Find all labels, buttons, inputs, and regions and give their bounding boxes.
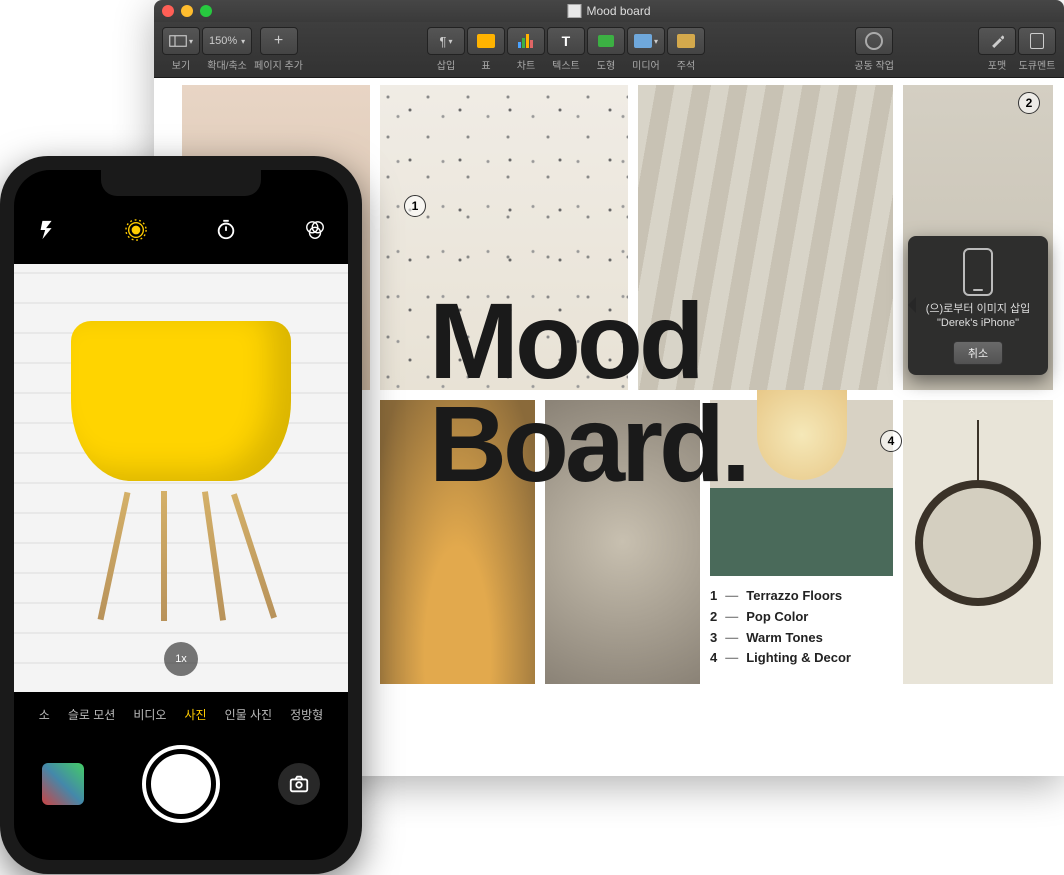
flash-icon[interactable] <box>36 219 58 241</box>
mode-video[interactable]: 비디오 <box>133 706 166 723</box>
insert-label: 삽입 <box>437 57 455 72</box>
shutter-button[interactable] <box>146 749 216 819</box>
legend-row: 4—Lighting & Decor <box>710 648 851 669</box>
format-label: 포맷 <box>988 57 1006 72</box>
table-button[interactable] <box>467 27 505 55</box>
zoom-value: 150% <box>209 35 237 47</box>
headline-text[interactable]: Mood Board. <box>429 290 747 495</box>
moodboard-image-mirror[interactable] <box>903 400 1053 684</box>
iphone-device: 1x 소 슬로 모션 비디오 사진 인물 사진 정방형 <box>0 156 362 874</box>
last-photo-thumbnail[interactable] <box>42 763 84 805</box>
close-button[interactable] <box>162 5 174 17</box>
table-icon <box>477 34 495 48</box>
add-page-button[interactable]: + <box>260 27 298 55</box>
legend-row: 3—Warm Tones <box>710 628 851 649</box>
mode-square[interactable]: 정방형 <box>290 706 323 723</box>
legend-row: 2—Pop Color <box>710 607 851 628</box>
chart-button[interactable] <box>507 27 545 55</box>
mode-slomo[interactable]: 슬로 모션 <box>68 706 116 723</box>
callout-4[interactable]: 4 <box>880 430 902 452</box>
media-button[interactable]: ▾ <box>627 27 665 55</box>
window-title-text: Mood board <box>586 4 650 18</box>
add-page-label: 페이지 추가 <box>254 57 303 72</box>
text-button[interactable]: T <box>547 27 585 55</box>
insert-button[interactable]: ¶▾ <box>427 27 465 55</box>
titlebar[interactable]: Mood board <box>154 0 1064 22</box>
view-icon <box>169 34 187 48</box>
mode-photo[interactable]: 사진 <box>184 706 206 723</box>
minimize-button[interactable] <box>181 5 193 17</box>
document-label: 도큐멘트 <box>1019 57 1056 72</box>
annotation-label: 주석 <box>677 57 695 72</box>
notch <box>101 170 261 196</box>
format-icon <box>990 34 1004 48</box>
callout-1[interactable]: 1 <box>404 195 426 217</box>
camera-viewfinder[interactable]: 1x <box>14 264 348 692</box>
format-button[interactable] <box>978 27 1016 55</box>
zoom-label: 확대/축소 <box>207 57 247 72</box>
callout-2[interactable]: 2 <box>1018 92 1040 114</box>
mode-portrait[interactable]: 인물 사진 <box>225 706 273 723</box>
continuity-camera-popover: (으)로부터 이미지 삽입 "Derek's iPhone" 취소 <box>908 236 1048 375</box>
collaborate-button[interactable] <box>855 27 893 55</box>
cancel-button[interactable]: 취소 <box>953 341 1003 365</box>
flip-camera-icon <box>288 773 310 795</box>
zoom-badge[interactable]: 1x <box>164 642 198 676</box>
document-icon <box>567 4 581 18</box>
text-icon: T <box>562 33 571 49</box>
document-button[interactable] <box>1018 27 1056 55</box>
flip-camera-button[interactable] <box>278 763 320 805</box>
shape-label: 도형 <box>597 57 615 72</box>
chart-label: 차트 <box>517 57 535 72</box>
view-label: 보기 <box>172 57 190 72</box>
zoom-select[interactable]: 150% ▾ <box>202 27 252 55</box>
iphone-outline-icon <box>963 248 993 296</box>
plus-icon: + <box>274 32 283 50</box>
viewfinder-subject-chair <box>51 301 311 621</box>
chart-icon <box>518 34 533 48</box>
filters-icon[interactable] <box>304 219 326 241</box>
collaborate-icon <box>865 32 883 50</box>
collaborate-label: 공동 작업 <box>854 57 894 72</box>
iphone-screen: 1x 소 슬로 모션 비디오 사진 인물 사진 정방형 <box>14 170 348 860</box>
camera-modes[interactable]: 소 슬로 모션 비디오 사진 인물 사진 정방형 <box>14 698 348 730</box>
legend-row: 1—Terrazzo Floors <box>710 586 851 607</box>
legend-list[interactable]: 1—Terrazzo Floors 2—Pop Color 3—Warm Ton… <box>710 586 851 669</box>
window-title: Mood board <box>567 4 650 18</box>
shape-button[interactable] <box>587 27 625 55</box>
annotation-button[interactable] <box>667 27 705 55</box>
toolbar: ▾ 보기 150% ▾ 확대/축소 + 페이지 추가 ¶▾ 삽입 표 <box>154 22 1064 78</box>
document-icon <box>1030 33 1044 49</box>
camera-top-controls <box>14 210 348 250</box>
shape-icon <box>598 35 614 47</box>
live-photo-icon[interactable] <box>125 219 147 241</box>
window-controls <box>162 5 212 17</box>
media-label: 미디어 <box>632 57 660 72</box>
popover-text: (으)로부터 이미지 삽입 "Derek's iPhone" <box>926 302 1031 331</box>
mode-truncated[interactable]: 소 <box>39 706 50 723</box>
headline-line1: Mood <box>429 290 747 393</box>
timer-icon[interactable] <box>215 219 237 241</box>
headline-line2: Board. <box>429 393 747 496</box>
camera-bottom-controls <box>14 744 348 824</box>
text-label: 텍스트 <box>552 57 580 72</box>
paragraph-icon: ¶ <box>439 34 446 49</box>
table-label: 표 <box>481 57 490 72</box>
annotation-icon <box>677 34 695 48</box>
media-icon <box>634 34 652 48</box>
view-button[interactable]: ▾ <box>162 27 200 55</box>
maximize-button[interactable] <box>200 5 212 17</box>
